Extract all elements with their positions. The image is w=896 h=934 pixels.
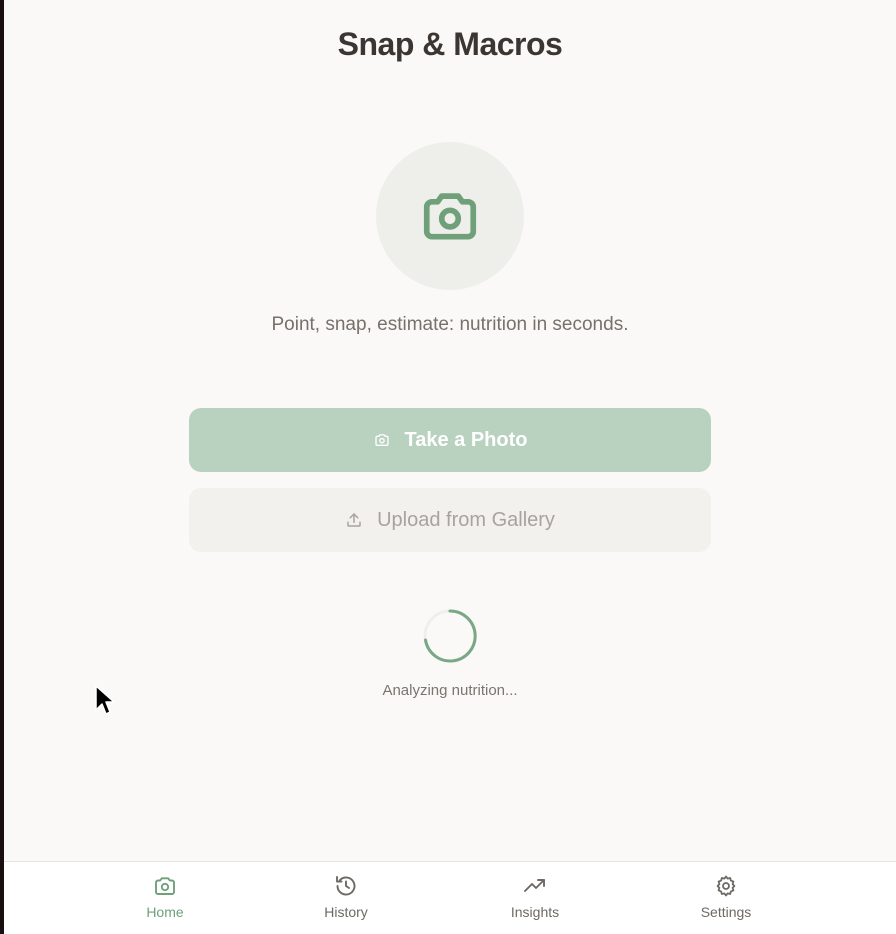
tab-insights[interactable]: Insights [475, 874, 595, 920]
loading-status-text: Analyzing nutrition... [382, 682, 518, 699]
gear-icon [716, 875, 736, 897]
tab-settings-label: Settings [700, 904, 752, 920]
tab-insights-label: Insights [510, 904, 560, 920]
app-window: Snap & Macros Point, snap, estimate: nut… [0, 0, 896, 934]
tab-settings[interactable]: Settings [666, 874, 786, 920]
bottom-tab-bar: Home History Insights Settings [4, 861, 896, 934]
upload-gallery-button[interactable]: Upload from Gallery [189, 488, 711, 552]
take-photo-label: Take a Photo [404, 428, 528, 451]
tab-history[interactable]: History [286, 874, 406, 920]
tab-home[interactable]: Home [105, 874, 225, 920]
tab-history-label: History [324, 904, 368, 920]
hero-camera-circle [376, 142, 524, 290]
take-photo-button[interactable]: Take a Photo [189, 408, 711, 472]
mouse-cursor-icon [95, 685, 115, 715]
loading-spinner [423, 609, 477, 663]
tagline-text: Point, snap, estimate: nutrition in seco… [271, 314, 629, 335]
upload-gallery-label: Upload from Gallery [377, 508, 555, 531]
page-title: Snap & Macros [337, 26, 563, 62]
camera-icon [423, 193, 477, 240]
camera-icon [374, 434, 389, 446]
history-icon [336, 876, 356, 896]
tab-home-label: Home [146, 904, 184, 920]
camera-icon [155, 877, 175, 895]
upload-icon [347, 513, 361, 527]
trend-up-icon [524, 879, 545, 892]
